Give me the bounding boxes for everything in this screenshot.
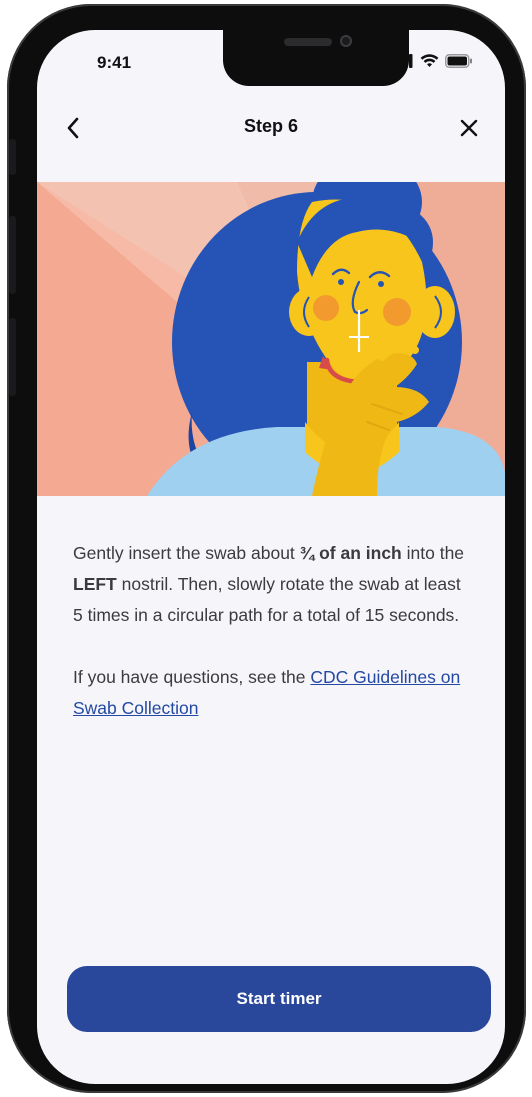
wifi-icon [420,54,439,67]
help-paragraph: If you have questions, see the CDC Guide… [73,662,473,724]
volume-down-button [9,318,16,396]
instruction-paragraph: Gently insert the swab about ¾ of an inc… [73,538,473,631]
header: Step 6 [37,96,505,160]
volume-up-button [9,216,16,294]
front-camera [340,35,352,47]
speaker [284,38,332,46]
close-button[interactable] [455,114,483,142]
notch [223,30,409,86]
page-title: Step 6 [243,116,299,136]
instructions: Gently insert the swab about ¾ of an inc… [73,538,473,724]
instruction-text: into the [401,543,465,563]
swab-illustration [37,182,505,496]
start-timer-button[interactable]: Start timer [67,966,491,1032]
instruction-emphasis-nostril: LEFT [73,574,117,594]
status-time: 9:41 [97,53,132,72]
phone-frame: 9:41 Step 6 Gently insert the swab about… [7,4,526,1093]
instruction-text: nostril. Then, slowly rotate the swab at… [73,574,461,625]
instruction-emphasis-distance: ¾ of an inch [299,543,402,563]
close-icon [460,119,478,137]
instruction-text: Gently insert the swab about [73,543,300,563]
mute-switch [9,139,16,175]
screen: 9:41 Step 6 Gently insert the swab about… [37,30,505,1084]
help-text: If you have questions, see the [73,667,311,687]
battery-icon [445,54,472,68]
